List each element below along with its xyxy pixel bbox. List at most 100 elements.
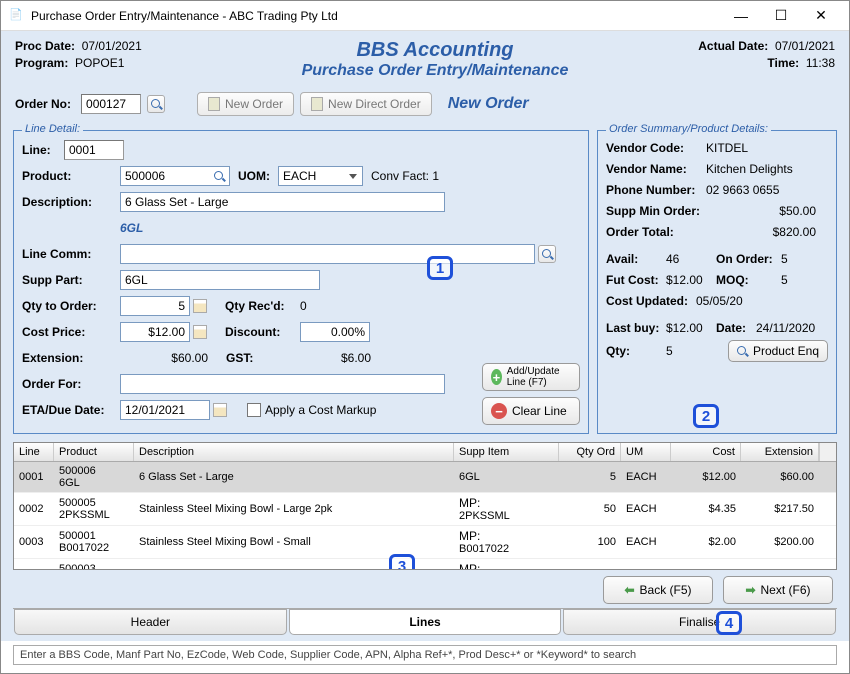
- summary-legend: Order Summary/Product Details:: [606, 124, 771, 135]
- col-ext[interactable]: Extension: [741, 443, 819, 461]
- cost-label: Cost Price:: [22, 325, 120, 339]
- lines-grid: Line Product Description Supp Item Qty O…: [13, 442, 837, 570]
- min-label: Supp Min Order:: [606, 204, 706, 218]
- qty-input[interactable]: 5: [120, 296, 190, 316]
- clear-line-button[interactable]: −Clear Line: [482, 397, 580, 425]
- plus-icon: +: [491, 369, 502, 385]
- maximize-button[interactable]: ☐: [761, 2, 801, 30]
- vendor-name: Kitchen Delights: [706, 162, 793, 176]
- col-product[interactable]: Product: [54, 443, 134, 461]
- date-label: Date:: [716, 321, 756, 335]
- cost-picker-icon[interactable]: [193, 325, 207, 339]
- proc-date-label: Proc Date:: [15, 39, 75, 53]
- uom-select[interactable]: EACH: [278, 166, 363, 186]
- calendar-icon[interactable]: [213, 403, 227, 417]
- line-comm-input[interactable]: [120, 244, 535, 264]
- orderfor-input[interactable]: [120, 374, 445, 394]
- ext-value: $60.00: [120, 351, 208, 365]
- supp-part-label: Supp Part:: [22, 273, 120, 287]
- add-update-line-button[interactable]: +Add/Update Line (F7): [482, 363, 580, 391]
- minus-icon: −: [491, 403, 507, 419]
- qty-rec-value: 0: [300, 299, 307, 313]
- app-subtitle: Purchase Order Entry/Maintenance: [235, 62, 635, 80]
- col-desc[interactable]: Description: [134, 443, 454, 461]
- new-order-button[interactable]: New Order: [197, 92, 294, 116]
- col-um[interactable]: UM: [621, 443, 671, 461]
- q: 5: [666, 344, 696, 358]
- disc-label: Discount:: [225, 325, 300, 339]
- table-row[interactable]: 0003500001B0017022Stainless Steel Mixing…: [14, 526, 836, 559]
- tab-lines[interactable]: Lines: [289, 609, 562, 635]
- conv-label: Conv Fact:: [371, 169, 429, 183]
- col-qty[interactable]: Qty Ord: [559, 443, 621, 461]
- qty-picker-icon[interactable]: [193, 299, 207, 313]
- product-label: Product:: [22, 169, 120, 183]
- avail: 46: [666, 252, 716, 266]
- new-direct-order-button[interactable]: New Direct Order: [300, 92, 432, 116]
- eta-input[interactable]: 12/01/2021: [120, 400, 210, 420]
- tab-header[interactable]: Header: [14, 609, 287, 635]
- annotation-2: 2: [693, 404, 719, 428]
- orderfor-label: Order For:: [22, 377, 120, 391]
- eta-label: ETA/Due Date:: [22, 403, 120, 417]
- nav-row: ⬅Back (F5) ➡Next (F6): [13, 570, 837, 608]
- back-button[interactable]: ⬅Back (F5): [603, 576, 713, 604]
- line-comm-label: Line Comm:: [22, 247, 120, 261]
- program-label: Program:: [15, 56, 68, 70]
- next-button[interactable]: ➡Next (F6): [723, 576, 833, 604]
- document-icon: [311, 97, 323, 111]
- titlebar: 📄 Purchase Order Entry/Maintenance - ABC…: [1, 1, 849, 31]
- line-comm-lookup[interactable]: [538, 245, 556, 263]
- tab-finalise[interactable]: Finalise: [563, 609, 836, 635]
- header: Proc Date: 07/01/2021 Program: POPOE1 BB…: [1, 31, 849, 88]
- arrow-right-icon: ➡: [745, 583, 755, 597]
- search-icon[interactable]: [214, 171, 225, 182]
- col-cost[interactable]: Cost: [671, 443, 741, 461]
- annotation-3: 3: [389, 554, 415, 569]
- cost-input[interactable]: $12.00: [120, 322, 190, 342]
- alt-code: 6GL: [120, 221, 143, 235]
- line-label: Line:: [22, 143, 64, 157]
- order-no-input[interactable]: 000127: [81, 94, 141, 114]
- table-row[interactable]: 0004500003B0017024Stainless Steel Mixing…: [14, 559, 836, 569]
- line-field: 0001: [64, 140, 124, 160]
- tabs: Header Lines Finalise 4: [13, 608, 837, 635]
- desc-input[interactable]: 6 Glass Set - Large: [120, 192, 445, 212]
- phone-label: Phone Number:: [606, 183, 706, 197]
- minimize-button[interactable]: ―: [721, 2, 761, 30]
- total-label: Order Total:: [606, 225, 706, 239]
- markup-label: Apply a Cost Markup: [265, 403, 376, 417]
- disc-input[interactable]: 0.00%: [300, 322, 370, 342]
- uom-label: UOM:: [238, 169, 278, 183]
- grid-header: Line Product Description Supp Item Qty O…: [14, 443, 836, 462]
- markup-checkbox[interactable]: [247, 403, 261, 417]
- qty-label: Qty to Order:: [22, 299, 120, 313]
- date: 24/11/2020: [756, 321, 815, 335]
- vendor-code-label: Vendor Code:: [606, 141, 706, 155]
- min-value: $50.00: [706, 204, 816, 218]
- order-no-label: Order No:: [15, 97, 71, 111]
- total-value: $820.00: [706, 225, 816, 239]
- product-enq-button[interactable]: Product Enq: [728, 340, 828, 362]
- moq: 5: [781, 273, 788, 287]
- order-lookup-button[interactable]: [147, 95, 165, 113]
- window-title: Purchase Order Entry/Maintenance - ABC T…: [31, 9, 721, 23]
- scrollbar[interactable]: [819, 443, 836, 461]
- time-label: Time:: [767, 56, 799, 70]
- ext-label: Extension:: [22, 351, 120, 365]
- annotation-4: 4: [716, 611, 742, 635]
- conv-value: 1: [432, 169, 439, 183]
- close-button[interactable]: ✕: [801, 2, 841, 30]
- table-row[interactable]: 00025000052PKSSMLStainless Steel Mixing …: [14, 493, 836, 526]
- table-row[interactable]: 00015000066GL6 Glass Set - Large6GL5EACH…: [14, 462, 836, 493]
- costupd: 05/05/20: [696, 294, 743, 308]
- grid-body[interactable]: 3 00015000066GL6 Glass Set - Large6GL5EA…: [14, 462, 836, 569]
- col-supp[interactable]: Supp Item: [454, 443, 559, 461]
- search-icon: [542, 249, 553, 260]
- supp-part-input[interactable]: 6GL: [120, 270, 320, 290]
- app-title: BBS Accounting: [235, 39, 635, 62]
- product-input[interactable]: 500006: [120, 166, 230, 186]
- summary-group: Order Summary/Product Details: Vendor Co…: [597, 130, 837, 434]
- col-line[interactable]: Line: [14, 443, 54, 461]
- actual-date: 07/01/2021: [775, 39, 835, 53]
